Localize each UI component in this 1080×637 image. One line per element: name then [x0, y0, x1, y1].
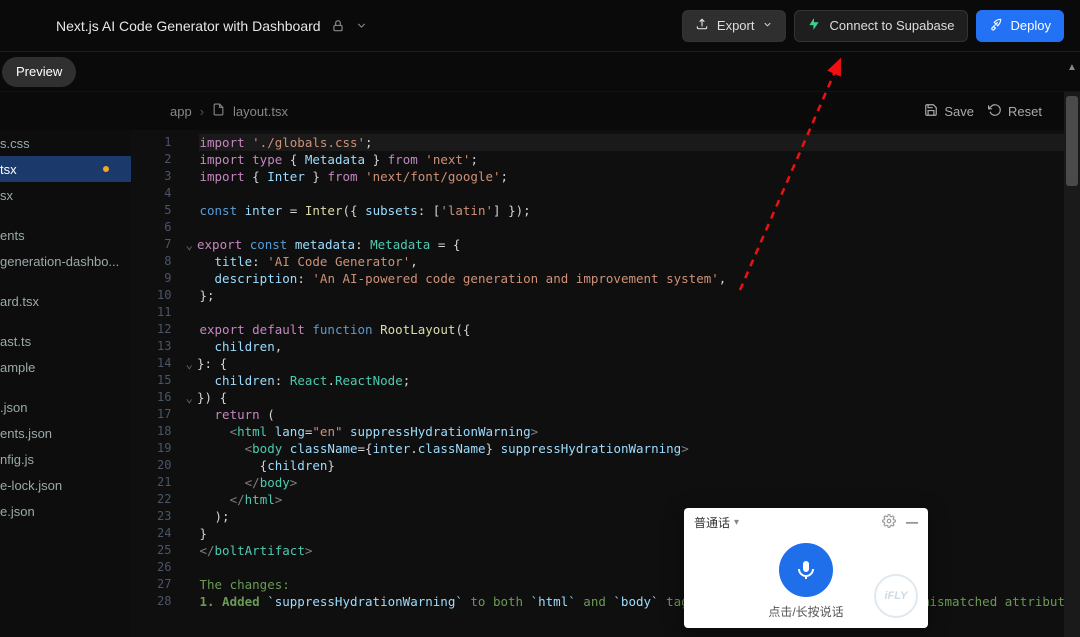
sidebar-item[interactable]: e-lock.json: [0, 472, 131, 498]
sidebar-item[interactable]: sx: [0, 182, 131, 208]
code-line[interactable]: ⌄}: {: [199, 355, 1080, 372]
code-line[interactable]: }: [199, 525, 1080, 542]
code-line[interactable]: [199, 304, 1080, 321]
tab-preview[interactable]: Preview: [2, 57, 76, 87]
code-line[interactable]: import type { Metadata } from 'next';: [199, 151, 1080, 168]
code-line[interactable]: The changes:: [199, 576, 1080, 593]
sidebar-item[interactable]: ents.json: [0, 420, 131, 446]
rocket-icon: [989, 17, 1003, 34]
sidebar-item[interactable]: nfig.js: [0, 446, 131, 472]
code-line[interactable]: {children}: [199, 457, 1080, 474]
project-title: Next.js AI Code Generator with Dashboard: [56, 18, 321, 34]
code-line[interactable]: export default function RootLayout({: [199, 321, 1080, 338]
app-header: Next.js AI Code Generator with Dashboard…: [0, 0, 1080, 52]
code-line[interactable]: const inter = Inter({ subsets: ['latin']…: [199, 202, 1080, 219]
reset-icon: [988, 103, 1002, 120]
save-icon: [924, 103, 938, 120]
export-button[interactable]: Export: [682, 10, 787, 42]
fold-chevron-icon[interactable]: ⌄: [185, 356, 193, 371]
scroll-up-icon[interactable]: ▲: [1067, 62, 1077, 73]
deploy-button[interactable]: Deploy: [976, 10, 1064, 42]
voice-language[interactable]: 普通话: [694, 514, 730, 531]
sidebar-item[interactable]: ents: [0, 222, 131, 248]
supabase-icon: [807, 17, 821, 34]
code-content[interactable]: import './globals.css';import type { Met…: [179, 130, 1080, 637]
code-line[interactable]: <body className={inter.className} suppre…: [199, 440, 1080, 457]
code-line[interactable]: description: 'An AI-powered code generat…: [199, 270, 1080, 287]
sidebar-item-label: e-lock.json: [0, 478, 121, 493]
code-line[interactable]: </body>: [199, 474, 1080, 491]
voice-input-panel[interactable]: 普通话 ▾ — 点击/长按说话 iFLY: [684, 508, 928, 628]
upload-icon: [695, 17, 709, 34]
code-line[interactable]: [199, 219, 1080, 236]
sidebar-item[interactable]: ast.ts: [0, 328, 131, 354]
line-gutter: 1234567891011121314151617181920212223242…: [131, 130, 179, 637]
file-icon: [212, 103, 225, 119]
code-line[interactable]: [199, 559, 1080, 576]
reset-label: Reset: [1008, 104, 1042, 119]
breadcrumb: app › layout.tsx: [170, 103, 924, 119]
sidebar-item-label: .json: [0, 400, 121, 415]
view-tabbar: Preview: [0, 52, 1080, 92]
sidebar-item-label: sx: [0, 188, 121, 203]
sidebar-item-label: s.css: [0, 136, 121, 151]
code-line[interactable]: <html lang="en" suppressHydrationWarning…: [199, 423, 1080, 440]
code-line[interactable]: ⌄}) {: [199, 389, 1080, 406]
code-line[interactable]: </boltArtifact>: [199, 542, 1080, 559]
export-label: Export: [717, 18, 755, 33]
fold-chevron-icon[interactable]: ⌄: [185, 390, 193, 405]
chevron-down-icon: [762, 18, 773, 33]
code-line[interactable]: ⌄export const metadata: Metadata = {: [199, 236, 1080, 253]
sidebar-item[interactable]: generation-dashbo...: [0, 248, 131, 274]
sidebar-item[interactable]: tsx: [0, 156, 131, 182]
save-label: Save: [944, 104, 974, 119]
code-line[interactable]: return (: [199, 406, 1080, 423]
editor-scrollbar[interactable]: ▲: [1064, 92, 1080, 637]
code-line[interactable]: </html>: [199, 491, 1080, 508]
sidebar-item-label: ard.tsx: [0, 294, 121, 309]
code-line[interactable]: );: [199, 508, 1080, 525]
chevron-down-icon[interactable]: [355, 19, 368, 32]
lock-icon: [331, 19, 345, 33]
sidebar-item[interactable]: ample: [0, 354, 131, 380]
code-line[interactable]: 1. Added `suppressHydrationWarning` to b…: [199, 593, 1080, 610]
file-sidebar[interactable]: s.css tsx sx ents generation-dashbo... ard.ts…: [0, 130, 131, 637]
sidebar-item[interactable]: ard.tsx: [0, 288, 131, 314]
code-line[interactable]: };: [199, 287, 1080, 304]
sidebar-item-label: ast.ts: [0, 334, 121, 349]
mic-button[interactable]: [779, 543, 833, 597]
chevron-right-icon: ›: [200, 104, 204, 119]
sidebar-item[interactable]: .json: [0, 394, 131, 420]
chevron-down-icon[interactable]: ▾: [734, 517, 739, 528]
code-line[interactable]: import { Inter } from 'next/font/google'…: [199, 168, 1080, 185]
deploy-label: Deploy: [1011, 18, 1051, 33]
breadcrumb-seg-1[interactable]: app: [170, 104, 192, 119]
sidebar-item-label: e.json: [0, 504, 121, 519]
supabase-label: Connect to Supabase: [829, 18, 954, 33]
breadcrumb-seg-2[interactable]: layout.tsx: [233, 104, 288, 119]
gear-icon[interactable]: [882, 514, 896, 531]
scrollbar-thumb[interactable]: [1066, 96, 1078, 186]
code-line[interactable]: children: React.ReactNode;: [199, 372, 1080, 389]
sidebar-item-label: ents: [0, 228, 121, 243]
code-line[interactable]: [199, 185, 1080, 202]
sidebar-item[interactable]: s.css: [0, 130, 131, 156]
minimize-icon[interactable]: —: [906, 515, 918, 529]
editor-toolbar: app › layout.tsx Save Reset: [0, 92, 1080, 130]
sidebar-item-label: ents.json: [0, 426, 121, 441]
reset-button[interactable]: Reset: [988, 103, 1042, 120]
sidebar-item-label: nfig.js: [0, 452, 121, 467]
sidebar-item-label: ample: [0, 360, 121, 375]
tab-preview-label: Preview: [16, 64, 62, 79]
sidebar-item[interactable]: e.json: [0, 498, 131, 524]
save-button[interactable]: Save: [924, 103, 974, 120]
code-line[interactable]: import './globals.css';: [199, 134, 1080, 151]
sidebar-item-label: generation-dashbo...: [0, 254, 121, 269]
ifly-logo: iFLY: [874, 574, 918, 618]
code-line[interactable]: children,: [199, 338, 1080, 355]
code-editor[interactable]: 1234567891011121314151617181920212223242…: [131, 130, 1080, 637]
fold-chevron-icon[interactable]: ⌄: [185, 237, 193, 252]
code-line[interactable]: title: 'AI Code Generator',: [199, 253, 1080, 270]
connect-supabase-button[interactable]: Connect to Supabase: [794, 10, 967, 42]
